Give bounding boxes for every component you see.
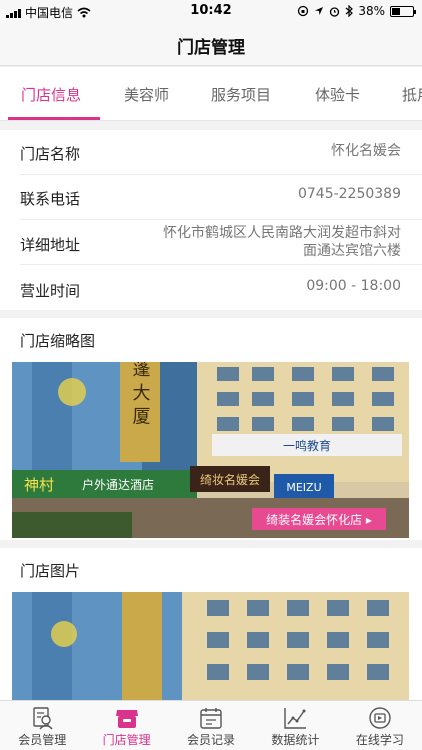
navigation-bar: 门店管理 <box>0 22 422 66</box>
storefront-photo-2 <box>12 592 409 700</box>
tabbar-label-member-management: 会员管理 <box>18 733 67 747</box>
tabbar-label-statistics: 数据统计 <box>271 733 320 747</box>
store-thumbnail-section: 门店缩略图 蓬 大 厦 神村 户外通达酒店 绮妆名媛会 一鸣教育 MEIZU 绮… <box>0 318 422 540</box>
address-line-2: 面通达宾馆六楼 <box>303 243 401 259</box>
sign-edu-text: 一鸣教育 <box>283 438 331 453</box>
location-icon <box>315 7 324 15</box>
tabbar-label-online-learning: 在线学习 <box>355 733 404 747</box>
tab-beauticians[interactable]: 美容师 <box>124 84 169 105</box>
sign-shop-text: 绮妆名媛会 <box>200 472 260 487</box>
bottom-tab-bar: 会员管理 门店管理 会员记录 数据统计 在线学习 <box>0 700 422 750</box>
store-name-row: 门店名称 怀化名媛会 <box>20 130 422 175</box>
thumbnail-banner-text: 绮装名媛会怀化店 ▸ <box>266 512 372 527</box>
battery-percent: 38% <box>358 4 385 18</box>
store-info-list: 门店名称 怀化名媛会 联系电话 0745-2250389 详细地址 怀化市鹤城区… <box>0 130 422 310</box>
member-management-icon <box>33 707 53 730</box>
hours-label: 营业时间 <box>20 282 81 300</box>
rotation-lock-icon <box>298 5 309 17</box>
battery-icon <box>390 5 416 17</box>
store-name-label: 门店名称 <box>20 145 81 163</box>
alarm-icon <box>330 6 340 17</box>
tabbar-label-store-management: 门店管理 <box>102 733 151 747</box>
hours-row: 营业时间 09:00 - 18:00 <box>20 265 422 310</box>
storefront-photo: 蓬 大 厦 神村 户外通达酒店 绮妆名媛会 一鸣教育 MEIZU 绮装名媛会怀化… <box>12 362 409 538</box>
phone-value[interactable]: 0745-2250389 <box>298 186 401 202</box>
store-management-icon <box>115 710 138 728</box>
member-records-icon <box>200 708 222 729</box>
sign-meizu-text: MEIZU <box>286 481 321 494</box>
tabbar-item-member-records[interactable]: 会员记录 <box>169 701 253 750</box>
store-name-value: 怀化名媛会 <box>331 143 401 159</box>
photos-section-title: 门店图片 <box>20 562 81 580</box>
tab-store-info[interactable]: 门店信息 <box>21 84 81 105</box>
tabbar-item-member-management[interactable]: 会员管理 <box>0 701 84 750</box>
tabbar-item-statistics[interactable]: 数据统计 <box>253 701 337 750</box>
segment-tabs: 门店信息 美容师 服务项目 体验卡 抵用 <box>0 67 422 121</box>
status-bar: 中国电信 10:42 38% <box>0 0 422 22</box>
store-photo-image[interactable] <box>12 592 409 700</box>
phone-label: 联系电话 <box>20 190 81 208</box>
thumbnail-section-title: 门店缩略图 <box>20 332 96 350</box>
sign-big-text: 蓬 大 厦 <box>130 362 151 425</box>
store-photos-section: 门店图片 <box>0 548 422 700</box>
battery-level-fill <box>392 7 400 15</box>
address-label: 详细地址 <box>20 236 81 254</box>
tabbar-label-member-records: 会员记录 <box>187 733 236 747</box>
tabbar-item-store-management[interactable]: 门店管理 <box>84 701 168 750</box>
address-row: 详细地址 怀化市鹤城区人民南路大润发超市斜对 面通达宾馆六楼 <box>20 220 422 265</box>
address-value: 怀化市鹤城区人民南路大润发超市斜对 面通达宾馆六楼 <box>163 224 401 260</box>
page-title: 门店管理 <box>177 38 245 58</box>
statistics-icon <box>284 708 307 729</box>
hours-value: 09:00 - 18:00 <box>306 278 401 294</box>
sign-hotel-text: 户外通达酒店 <box>82 477 154 492</box>
status-right: 38% <box>297 4 416 18</box>
tabbar-item-online-learning[interactable]: 在线学习 <box>338 701 422 750</box>
active-tab-indicator <box>8 117 100 120</box>
bluetooth-icon <box>345 5 354 17</box>
sign-left-text: 神村 <box>24 476 54 494</box>
online-learning-icon <box>369 707 391 729</box>
tab-services[interactable]: 服务项目 <box>211 84 271 105</box>
store-thumbnail-image[interactable]: 蓬 大 厦 神村 户外通达酒店 绮妆名媛会 一鸣教育 MEIZU 绮装名媛会怀化… <box>12 362 409 538</box>
address-line-1: 怀化市鹤城区人民南路大润发超市斜对 <box>163 225 401 241</box>
tab-trial-cards[interactable]: 体验卡 <box>315 84 360 105</box>
phone-row: 联系电话 0745-2250389 <box>20 175 422 220</box>
tab-vouchers[interactable]: 抵用 <box>402 84 422 105</box>
